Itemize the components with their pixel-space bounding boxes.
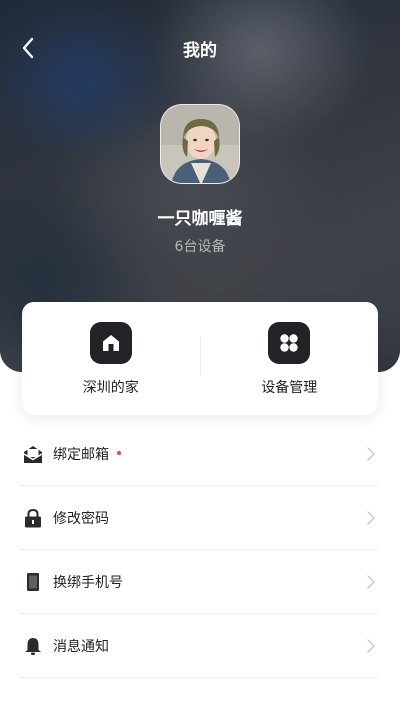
menu-item-change-phone[interactable]: 换绑手机号	[20, 550, 378, 614]
home-icon	[89, 322, 132, 364]
avatar-photo	[161, 105, 239, 183]
device-management-shortcut[interactable]: 设备管理	[201, 302, 379, 415]
page-title: 我的	[183, 41, 217, 61]
menu-item-label: 换绑手机号	[53, 574, 123, 591]
menu-item-label: 绑定邮箱	[53, 446, 109, 463]
menu-item-label: 修改密码	[53, 510, 109, 527]
chevron-right-icon	[367, 447, 375, 461]
menu-item-notifications[interactable]: 消息通知	[20, 614, 378, 678]
chevron-right-icon	[367, 639, 375, 653]
home-shortcut-label: 深圳的家	[82, 380, 139, 396]
notification-badge	[117, 450, 121, 455]
phone-icon	[22, 571, 44, 593]
mail-icon	[22, 443, 44, 465]
bell-icon	[22, 635, 44, 657]
chevron-right-icon	[367, 511, 375, 525]
home-shortcut[interactable]: 深圳的家	[22, 302, 200, 415]
menu-item-change-password[interactable]: 修改密码	[20, 486, 378, 550]
menu-item-bind-email[interactable]: 绑定邮箱	[20, 422, 378, 486]
device-count: 6台设备	[174, 239, 226, 255]
lock-icon	[22, 507, 44, 529]
menu-item-label: 消息通知	[53, 638, 109, 655]
settings-menu: 绑定邮箱 修改密码 换绑手机号 消息通知	[20, 422, 378, 678]
avatar[interactable]	[160, 104, 240, 184]
user-name: 一只咖喱酱	[157, 209, 243, 229]
device-management-label: 设备管理	[261, 380, 318, 396]
chevron-right-icon	[367, 575, 375, 589]
grid-icon	[268, 322, 311, 364]
shortcut-card: 深圳的家 设备管理	[22, 302, 378, 415]
